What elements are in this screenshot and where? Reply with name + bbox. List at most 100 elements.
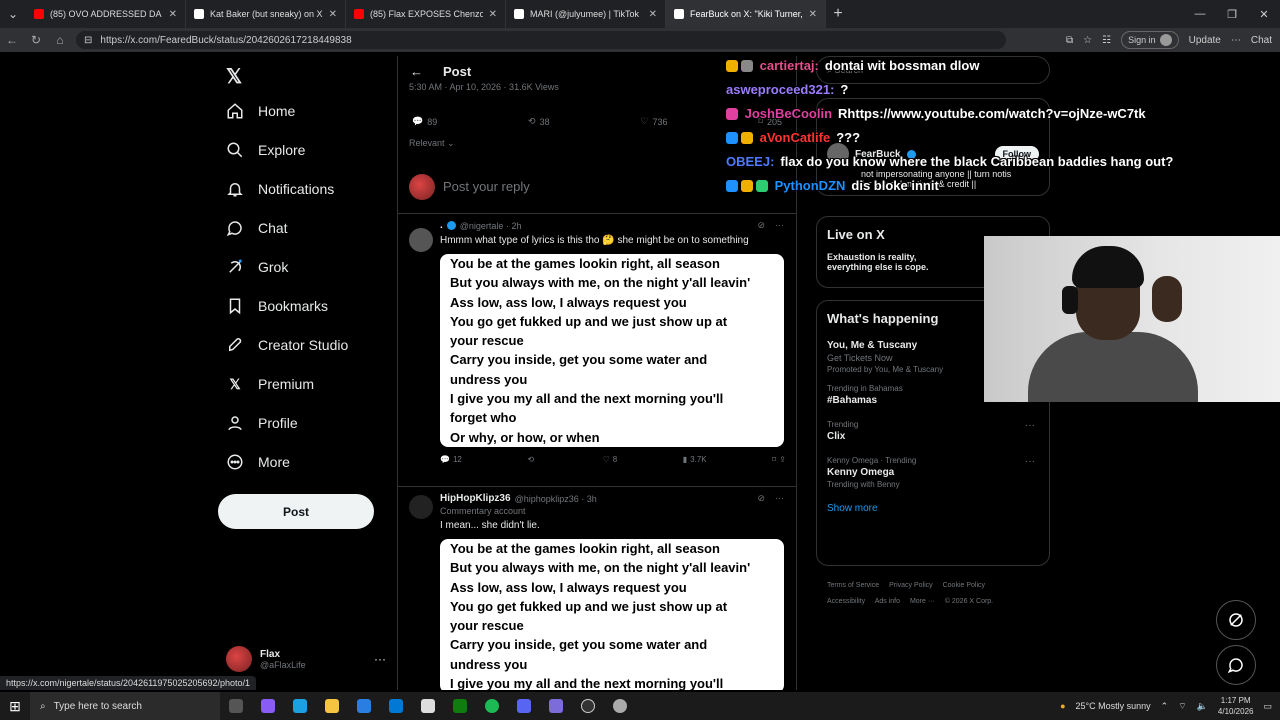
back-icon[interactable]: ← — [0, 33, 24, 47]
discord-icon[interactable] — [508, 692, 540, 720]
minimize-icon[interactable]: — — [1184, 0, 1216, 28]
copilot-icon[interactable] — [252, 692, 284, 720]
spotify-icon[interactable] — [476, 692, 508, 720]
xbox-icon[interactable] — [444, 692, 476, 720]
grok-icon[interactable]: ⊘ — [757, 493, 765, 504]
more-dots-icon[interactable]: ··· — [1025, 420, 1035, 431]
nav-chat[interactable]: Chat — [226, 213, 288, 243]
menu-dots-icon[interactable]: ⋯ — [1231, 35, 1241, 46]
post-button[interactable]: Post — [218, 494, 374, 529]
app-icon[interactable] — [604, 692, 636, 720]
copilot-chat-button[interactable]: Chat — [1251, 35, 1272, 46]
close-tab-icon[interactable]: ✕ — [489, 9, 497, 20]
task-view-icon[interactable] — [220, 692, 252, 720]
bookmark-action[interactable]: ⌑ ⇪ — [772, 455, 786, 464]
lyrics-image[interactable]: You be at the games lookin right, all se… — [440, 254, 784, 447]
x-logo-icon[interactable]: 𝕏 — [226, 64, 242, 89]
browser-tab-active[interactable]: FearBuck on X: "Kiki Turner, th ✕ — [666, 0, 826, 28]
windows-start-icon[interactable]: ⊞ — [0, 698, 30, 715]
chat-float-button[interactable] — [1216, 645, 1256, 685]
site-info-icon[interactable]: ⊟ — [84, 35, 92, 46]
like-action[interactable]: ♡ 8 — [603, 455, 618, 464]
back-arrow-icon[interactable]: ← — [410, 64, 423, 79]
update-button[interactable]: Update — [1189, 35, 1221, 46]
nav-explore[interactable]: Explore — [226, 135, 305, 165]
maximize-icon[interactable]: ❐ — [1216, 0, 1248, 28]
footer-link[interactable]: Ads info — [875, 598, 900, 605]
outlook-icon[interactable] — [380, 692, 412, 720]
volume-icon[interactable]: 🔈 — [1197, 701, 1208, 712]
footer-link[interactable]: More ··· — [910, 598, 935, 605]
nav-bookmarks[interactable]: Bookmarks — [226, 291, 328, 321]
browser-tab[interactable]: MARI (@julyumee) | TikTok ✕ — [506, 0, 666, 28]
store-icon[interactable] — [348, 692, 380, 720]
nav-more[interactable]: More — [226, 447, 290, 477]
nav-profile[interactable]: Profile — [226, 408, 298, 438]
share-icon[interactable]: ⇪ — [779, 455, 786, 464]
reply-tweet[interactable]: HipHopKlipz36 @hiphopklipz36 · 3h ⊘ ··· C… — [398, 486, 796, 690]
footer-link[interactable]: Terms of Service — [827, 582, 879, 589]
avatar — [409, 495, 433, 519]
reply-count[interactable]: 💬 89 — [412, 116, 437, 127]
chevron-up-icon[interactable]: ⌃ — [1161, 701, 1169, 712]
notepad-icon[interactable] — [412, 692, 444, 720]
clock[interactable]: 1:17 PM 4/10/2026 — [1218, 695, 1254, 717]
close-tab-icon[interactable]: ✕ — [169, 9, 177, 20]
network-icon[interactable]: ⌔ — [1178, 701, 1186, 712]
footer-link[interactable]: Cookie Policy — [943, 582, 985, 589]
browser-tab[interactable]: Kat Baker (but sneaky) on X: "Man✕ — [186, 0, 346, 28]
like-count[interactable]: ♡ 736 — [640, 116, 667, 127]
new-tab-plus-icon[interactable]: + — [826, 5, 850, 23]
app-icon[interactable] — [540, 692, 572, 720]
more-dots-icon[interactable]: ··· — [1025, 456, 1035, 467]
extensions-icon[interactable]: ⧉ — [1066, 35, 1073, 46]
close-tab-icon[interactable]: ✕ — [649, 9, 657, 20]
close-tab-icon[interactable]: ✕ — [809, 9, 817, 20]
nav-notifications[interactable]: Notifications — [226, 174, 334, 204]
trend-item[interactable]: ··· Trending Clix — [827, 420, 1039, 442]
browser-tab[interactable]: (85) Flax EXPOSES Chenzo & Da C✕ — [346, 0, 506, 28]
repost-action[interactable]: ⟲ — [527, 455, 537, 464]
sort-relevant-dropdown[interactable]: Relevant ⌄ — [409, 138, 455, 149]
taskbar-search[interactable]: ⌕ Type here to search — [30, 692, 220, 720]
repost-count[interactable]: ⟲ 38 — [528, 116, 550, 127]
nav-premium[interactable]: 𝕏 Premium — [226, 369, 314, 399]
reply-icon: 💬 — [440, 454, 450, 464]
browser-tab[interactable]: (85) OVO ADDRESSED DA COMM✕ — [26, 0, 186, 28]
favorite-star-icon[interactable]: ☆ — [1083, 35, 1092, 46]
views-action[interactable]: ▮ 3.7K — [683, 455, 707, 464]
reply-input[interactable]: Post your reply — [443, 179, 530, 194]
reply-tweet[interactable]: . @nigertale · 2h ⊘ ··· Hmmm what type of… — [398, 220, 796, 464]
home-icon[interactable]: ⌂ — [48, 33, 72, 47]
more-dots-icon[interactable]: ··· — [775, 220, 784, 231]
grok-icon[interactable]: ⊘ — [757, 220, 765, 231]
nav-home[interactable]: Home — [226, 96, 295, 126]
edge-icon[interactable] — [284, 692, 316, 720]
more-dots-icon[interactable]: ··· — [775, 493, 784, 504]
lyrics-image[interactable]: You be at the games lookin right, all se… — [440, 539, 784, 690]
trend-item[interactable]: ··· Kenny Omega · Trending Kenny Omega T… — [827, 456, 1039, 489]
window-controls: — ❐ ✕ — [1184, 0, 1280, 28]
sign-in-button[interactable]: Sign in — [1121, 31, 1179, 49]
weather-text[interactable]: 25°C Mostly sunny — [1076, 701, 1151, 711]
nav-creator-studio[interactable]: Creator Studio — [226, 330, 348, 360]
nav-grok[interactable]: Grok — [226, 252, 288, 282]
close-window-icon[interactable]: ✕ — [1248, 0, 1280, 28]
footer-link[interactable]: Privacy Policy — [889, 582, 933, 589]
footer-link[interactable]: Accessibility — [827, 598, 865, 605]
reply-action[interactable]: 💬 12 — [440, 455, 462, 464]
show-more-link[interactable]: Show more — [827, 503, 1039, 514]
tab-menu-chevron-icon[interactable]: ⌄ — [0, 7, 26, 21]
lyric-line: undress you — [450, 656, 528, 672]
url-field[interactable]: ⊟ https://x.com/FearedBuck/status/204260… — [76, 31, 1006, 49]
more-dots-icon[interactable]: ··· — [374, 652, 386, 666]
notifications-icon[interactable]: ▭ — [1263, 701, 1272, 712]
file-explorer-icon[interactable] — [316, 692, 348, 720]
close-tab-icon[interactable]: ✕ — [329, 9, 337, 20]
account-switcher[interactable]: Flax @aFlaxLife ··· — [226, 646, 386, 672]
grok-float-button[interactable] — [1216, 600, 1256, 640]
reload-icon[interactable]: ↻ — [24, 33, 48, 47]
repost-icon: ⟲ — [528, 116, 536, 126]
obs-icon[interactable] — [572, 692, 604, 720]
favorites-icon[interactable]: ☷ — [1102, 35, 1111, 46]
